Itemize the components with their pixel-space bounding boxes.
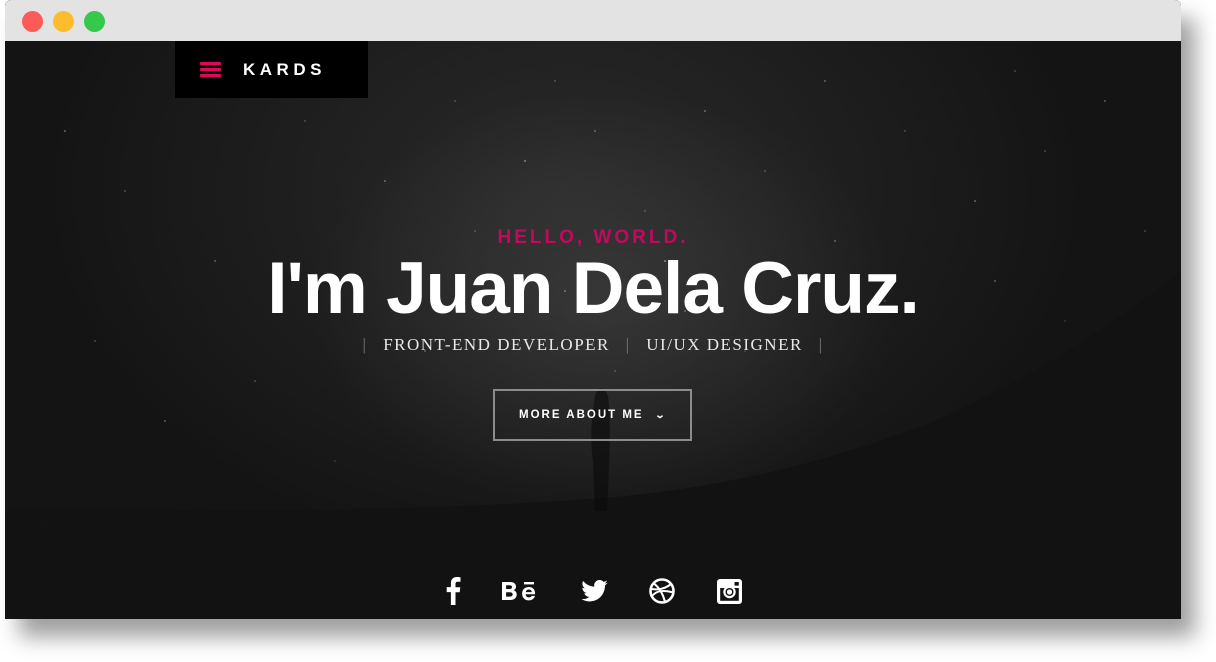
role-designer: UI/UX DESIGNER — [646, 335, 803, 354]
hero-name: I'm Juan Dela Cruz. — [267, 248, 919, 329]
hero-section: KARDS HELLO, WORLD. I'm Juan Dela Cruz. … — [5, 41, 1181, 619]
role-separator: | — [818, 335, 824, 354]
close-window-button[interactable] — [22, 11, 43, 32]
dribbble-icon[interactable] — [648, 576, 676, 606]
window-titlebar — [5, 0, 1181, 41]
hero-roles: | FRONT-END DEVELOPER | UI/UX DESIGNER | — [5, 335, 1181, 355]
behance-icon[interactable] — [502, 576, 538, 606]
twitter-icon[interactable] — [580, 576, 608, 606]
role-separator: | — [362, 335, 368, 354]
maximize-window-button[interactable] — [84, 11, 105, 32]
hero-greeting: HELLO, WORLD. — [497, 227, 689, 248]
brand-bar: KARDS — [175, 41, 368, 98]
more-about-me-button[interactable]: MORE ABOUT ME ⌄ — [493, 389, 692, 441]
brand-logo[interactable]: KARDS — [243, 60, 326, 80]
mountain-silhouette — [5, 271, 1181, 619]
role-separator: | — [625, 335, 631, 354]
browser-window: KARDS HELLO, WORLD. I'm Juan Dela Cruz. … — [5, 0, 1181, 619]
instagram-icon[interactable] — [716, 576, 742, 606]
more-about-me-label: MORE ABOUT ME — [519, 409, 644, 421]
minimize-window-button[interactable] — [53, 11, 74, 32]
chevron-down-icon: ⌄ — [654, 409, 668, 421]
facebook-icon[interactable] — [442, 576, 464, 606]
role-frontend: FRONT-END DEVELOPER — [383, 335, 610, 354]
hamburger-menu-icon[interactable] — [200, 62, 221, 77]
